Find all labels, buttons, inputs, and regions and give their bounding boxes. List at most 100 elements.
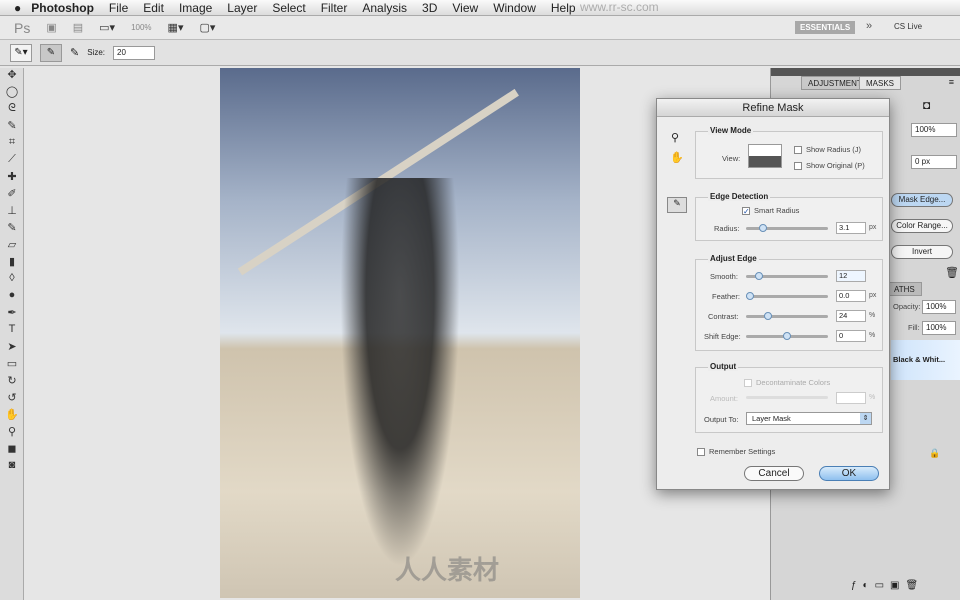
lasso-tool-icon[interactable]: ᘓ	[0, 102, 24, 119]
path-selection-tool-icon[interactable]: ➤	[0, 340, 24, 357]
blur-tool-icon[interactable]: ◊	[0, 272, 24, 289]
view-preview-dropdown[interactable]	[748, 144, 782, 168]
apple-icon[interactable]: ●	[14, 1, 21, 15]
menu-image[interactable]: Image	[179, 1, 212, 15]
pixel-mask-icon[interactable]: ◘	[923, 98, 930, 112]
mask-edge-button[interactable]: Mask Edge...	[891, 193, 953, 207]
color-swatches-icon[interactable]: ◼	[0, 442, 24, 459]
menu-window[interactable]: Window	[493, 1, 536, 15]
refine-radius-tool-icon[interactable]: ✎	[40, 43, 62, 62]
fill-input[interactable]: 100%	[922, 321, 956, 335]
mask-feather-input[interactable]: 0 px	[911, 155, 957, 169]
invert-button[interactable]: Invert	[891, 245, 953, 259]
smart-radius-checkbox[interactable]: ✓ Smart Radius	[742, 206, 799, 216]
3d-orbit-tool-icon[interactable]: ↺	[0, 391, 24, 408]
menu-view[interactable]: View	[452, 1, 478, 15]
decontaminate-checkbox[interactable]: Decontaminate Colors	[744, 378, 830, 388]
color-range-button[interactable]: Color Range...	[891, 219, 953, 233]
opacity-input[interactable]: 100%	[922, 300, 956, 314]
brush-tool-icon[interactable]: ✐	[0, 187, 24, 204]
watermark-text: 人人素材	[395, 555, 500, 585]
document-canvas-photo[interactable]	[220, 68, 580, 598]
slider-knob[interactable]	[759, 224, 768, 232]
menu-edit[interactable]: Edit	[143, 1, 164, 15]
eraser-tool-icon[interactable]: ▱	[0, 238, 24, 255]
shift-edge-slider[interactable]	[746, 332, 828, 340]
menu-select[interactable]: Select	[272, 1, 305, 15]
smooth-input[interactable]: 12	[836, 270, 866, 282]
history-brush-tool-icon[interactable]: ✎	[0, 221, 24, 238]
crop-tool-icon[interactable]: ⌗	[0, 136, 24, 153]
radius-slider[interactable]	[746, 224, 828, 232]
contrast-slider[interactable]	[746, 312, 828, 320]
layer-row-black-white[interactable]: Black & Whit...	[891, 340, 960, 380]
quick-selection-tool-icon[interactable]: ✎	[0, 119, 24, 136]
type-tool-icon[interactable]: T	[0, 323, 24, 340]
feather-slider[interactable]	[746, 292, 828, 300]
dialog-title: Refine Mask	[657, 99, 889, 117]
cancel-button[interactable]: Cancel	[744, 466, 804, 481]
remember-settings-checkbox[interactable]: Remember Settings	[697, 447, 775, 457]
smooth-slider[interactable]	[746, 272, 828, 280]
minibridge-icon[interactable]: ▤	[73, 21, 83, 34]
more-icon[interactable]: »	[866, 20, 872, 32]
eyedropper-tool-icon[interactable]: ⟋	[0, 153, 24, 170]
3d-rotate-tool-icon[interactable]: ↻	[0, 374, 24, 391]
ok-button[interactable]: OK	[819, 466, 879, 481]
refine-radius-tool-icon[interactable]: ✎	[667, 197, 687, 213]
radius-input[interactable]: 3.1	[836, 222, 866, 234]
menu-3d[interactable]: 3D	[422, 1, 437, 15]
slider-knob[interactable]	[763, 312, 772, 320]
zoom-tool-icon[interactable]: ⚲	[671, 131, 679, 144]
panel-menu-icon[interactable]: ≡	[949, 77, 954, 87]
tool-preset-picker[interactable]: ✎▾	[10, 43, 32, 62]
menu-file[interactable]: File	[109, 1, 128, 15]
menu-filter[interactable]: Filter	[321, 1, 348, 15]
menu-layer[interactable]: Layer	[227, 1, 257, 15]
shift-edge-input[interactable]: 0	[836, 330, 866, 342]
show-original-checkbox[interactable]: Show Original (P)	[794, 161, 865, 171]
menu-analysis[interactable]: Analysis	[362, 1, 407, 15]
layers-footer-icons[interactable]: ƒ◐▭▣🗑	[851, 580, 924, 591]
delete-mask-icon[interactable]: 🗑	[945, 266, 959, 279]
move-tool-icon[interactable]: ✥	[0, 68, 24, 85]
density-input[interactable]: 100%	[911, 123, 957, 137]
tab-masks[interactable]: MASKS	[859, 76, 902, 90]
menu-help[interactable]: Help	[551, 1, 576, 15]
marquee-tool-icon[interactable]: ◯	[0, 85, 24, 102]
dodge-tool-icon[interactable]: ●	[0, 289, 24, 306]
output-to-select[interactable]: Layer Mask ⇕	[746, 412, 872, 425]
view-label: View:	[722, 154, 741, 163]
tab-paths[interactable]: ATHS	[887, 282, 922, 296]
adjust-edge-label: Adjust Edge	[708, 254, 759, 263]
bridge-icon[interactable]: ▣	[46, 21, 56, 34]
amount-label: Amount:	[710, 394, 738, 403]
slider-knob[interactable]	[746, 292, 754, 300]
contrast-input[interactable]: 24	[836, 310, 866, 322]
adjust-edge-group: Adjust Edge Smooth: 12 Feather: 0.0 px C…	[695, 254, 883, 351]
workspace-button[interactable]: ESSENTIALS	[795, 21, 856, 34]
zoom-level[interactable]: 100%	[131, 23, 151, 32]
screen-mode-icon[interactable]: ▢▾	[199, 21, 215, 34]
menu-app[interactable]: Photoshop	[31, 1, 94, 15]
erase-refinements-icon[interactable]: ✎	[70, 46, 79, 59]
arrange-icon[interactable]: ▦▾	[168, 21, 184, 34]
cs-live-button[interactable]: CS Live	[894, 22, 922, 31]
slider-knob[interactable]	[783, 332, 791, 340]
feather-input[interactable]: 0.0	[836, 290, 866, 302]
radius-unit: px	[869, 224, 877, 231]
zoom-tool-icon[interactable]: ⚲	[0, 425, 24, 442]
view-extras-icon[interactable]: ▭▾	[99, 21, 115, 34]
size-input[interactable]: 20	[113, 45, 156, 60]
quick-mask-icon[interactable]: ◙	[0, 459, 24, 476]
clone-stamp-tool-icon[interactable]: ⊥	[0, 204, 24, 221]
gradient-tool-icon[interactable]: ▮	[0, 255, 24, 272]
healing-brush-tool-icon[interactable]: ✚	[0, 170, 24, 187]
shape-tool-icon[interactable]: ▭	[0, 357, 24, 374]
hand-tool-icon[interactable]: ✋	[670, 151, 684, 164]
pen-tool-icon[interactable]: ✒	[0, 306, 24, 323]
contrast-label: Contrast:	[708, 312, 739, 321]
hand-tool-icon[interactable]: ✋	[0, 408, 24, 425]
slider-knob[interactable]	[754, 272, 763, 280]
show-radius-checkbox[interactable]: Show Radius (J)	[794, 145, 861, 155]
